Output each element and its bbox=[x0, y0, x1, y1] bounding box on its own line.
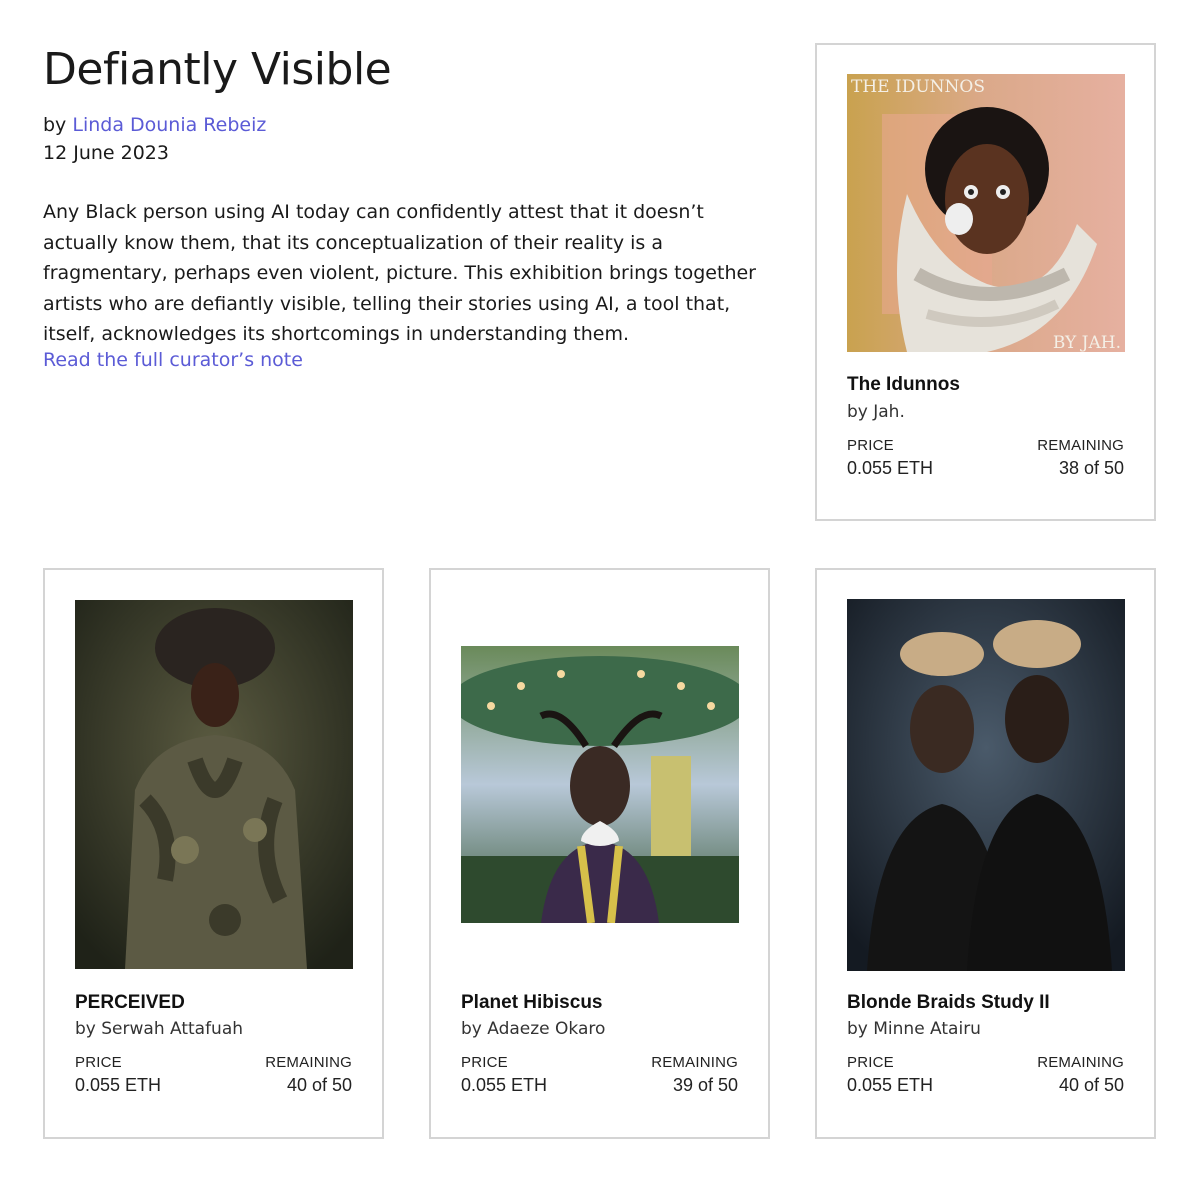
price-value: 0.055 ETH bbox=[75, 1075, 162, 1095]
portrait-photo-icon bbox=[75, 600, 353, 969]
price-label: PRICE bbox=[847, 1054, 894, 1071]
exhibition-date: 12 June 2023 bbox=[43, 142, 169, 164]
remaining-label: REMAINING bbox=[651, 1054, 738, 1071]
portrait-illustration-icon: THE IDUNNOS BY JAH. bbox=[847, 74, 1125, 352]
artwork-card-the-idunnos[interactable]: THE IDUNNOS BY JAH. The Idunnos by Jah. … bbox=[815, 43, 1156, 521]
curator-link[interactable]: Linda Dounia Rebeiz bbox=[72, 114, 266, 136]
artwork-card-perceived[interactable]: PERCEIVED by Serwah Attafuah PRICE REMAI… bbox=[43, 568, 384, 1139]
artwork-title: Planet Hibiscus bbox=[461, 992, 603, 1013]
remaining-label: REMAINING bbox=[265, 1054, 352, 1071]
svg-text:BY JAH.: BY JAH. bbox=[1053, 333, 1121, 352]
price-label: PRICE bbox=[847, 437, 894, 454]
price-value: 0.055 ETH bbox=[847, 458, 934, 478]
artwork-title: The Idunnos bbox=[847, 374, 960, 395]
exhibition-title: Defiantly Visible bbox=[43, 44, 392, 95]
artwork-image-the-idunnos[interactable]: THE IDUNNOS BY JAH. bbox=[847, 74, 1125, 352]
remaining-value: 38 of 50 bbox=[1058, 458, 1124, 478]
curator-note-link[interactable]: Read the full curator’s note bbox=[43, 349, 303, 371]
price-label: PRICE bbox=[75, 1054, 122, 1071]
price-value: 0.055 ETH bbox=[847, 1075, 934, 1095]
curator-byline: by Linda Dounia Rebeiz bbox=[43, 114, 266, 136]
artwork-card-planet-hibiscus[interactable]: Planet Hibiscus by Adaeze Okaro PRICE RE… bbox=[429, 568, 770, 1139]
artwork-artist: by Jah. bbox=[847, 402, 905, 422]
remaining-label: REMAINING bbox=[1037, 437, 1124, 454]
remaining-value: 39 of 50 bbox=[672, 1075, 738, 1095]
remaining-value: 40 of 50 bbox=[1058, 1075, 1124, 1095]
artwork-artist: by Adaeze Okaro bbox=[461, 1019, 606, 1039]
remaining-value: 40 of 50 bbox=[286, 1075, 352, 1095]
artwork-title: PERCEIVED bbox=[75, 992, 185, 1013]
byline-prefix: by bbox=[43, 114, 67, 136]
exhibition-description: Any Black person using AI today can conf… bbox=[43, 201, 756, 345]
portrait-photo-icon bbox=[461, 646, 739, 923]
artwork-title: Blonde Braids Study II bbox=[847, 992, 1050, 1013]
price-label: PRICE bbox=[461, 1054, 508, 1071]
artwork-image-blonde-braids-study-ii[interactable] bbox=[847, 599, 1125, 971]
artwork-image-planet-hibiscus[interactable] bbox=[461, 646, 739, 923]
artwork-card-blonde-braids-study-ii[interactable]: Blonde Braids Study II by Minne Atairu P… bbox=[815, 568, 1156, 1139]
artwork-image-perceived[interactable] bbox=[75, 600, 353, 969]
portrait-photo-icon bbox=[847, 599, 1125, 971]
price-value: 0.055 ETH bbox=[461, 1075, 548, 1095]
artwork-artist: by Minne Atairu bbox=[847, 1019, 981, 1039]
svg-text:THE IDUNNOS: THE IDUNNOS bbox=[851, 77, 985, 97]
artwork-artist: by Serwah Attafuah bbox=[75, 1019, 244, 1039]
remaining-label: REMAINING bbox=[1037, 1054, 1124, 1071]
